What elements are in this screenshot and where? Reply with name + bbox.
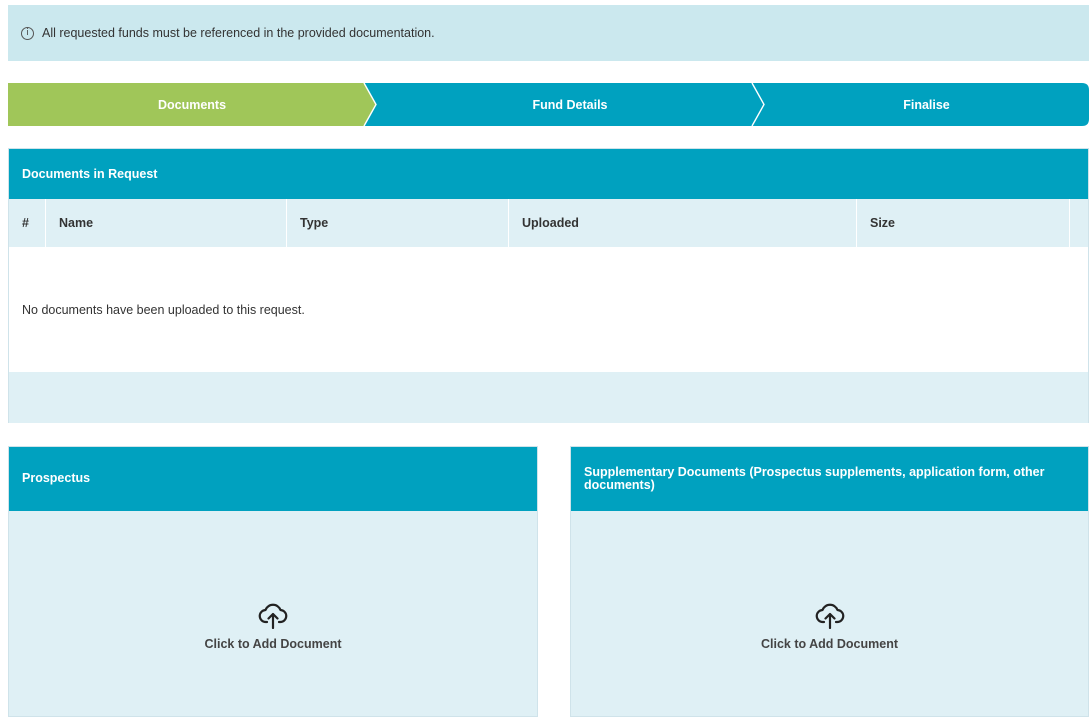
- cloud-upload-icon: [258, 603, 288, 629]
- documents-table-footer: [9, 372, 1088, 423]
- step-documents-label: Documents: [157, 97, 227, 112]
- empty-table-message: No documents have been uploaded to this …: [9, 247, 1088, 372]
- column-size[interactable]: Size: [857, 199, 1070, 247]
- progress-stepper: Documents Fund Details Finalise: [8, 83, 1089, 126]
- info-icon: i: [21, 26, 34, 40]
- column-uploaded[interactable]: Uploaded: [509, 199, 857, 247]
- step-fund-details[interactable]: Fund Details: [376, 83, 764, 126]
- prospectus-add-document-label: Click to Add Document: [204, 636, 342, 651]
- documents-panel-title: Documents in Request: [9, 149, 1088, 199]
- supplementary-add-document-label: Click to Add Document: [760, 636, 899, 651]
- step-finalise-label: Finalise: [903, 97, 950, 112]
- supplementary-panel-title: Supplementary Documents (Prospectus supp…: [571, 447, 1088, 511]
- column-type[interactable]: Type: [287, 199, 509, 247]
- prospectus-panel-title: Prospectus: [9, 447, 537, 511]
- notice-text: All requested funds must be referenced i…: [42, 26, 435, 40]
- column-actions: [1070, 199, 1088, 247]
- column-number[interactable]: #: [9, 199, 46, 247]
- info-notice: i All requested funds must be referenced…: [8, 5, 1089, 61]
- prospectus-dropzone[interactable]: Click to Add Document: [9, 511, 537, 717]
- documents-in-request-panel: Documents in Request # Name Type Uploade…: [8, 148, 1089, 423]
- supplementary-documents-panel: Supplementary Documents (Prospectus supp…: [570, 446, 1089, 717]
- prospectus-panel: Prospectus Click to Add Document: [8, 446, 538, 717]
- supplementary-dropzone[interactable]: Click to Add Document: [571, 511, 1088, 717]
- step-documents[interactable]: Documents: [8, 83, 376, 126]
- step-fund-details-label: Fund Details: [532, 97, 608, 112]
- step-finalise[interactable]: Finalise: [764, 83, 1089, 126]
- documents-table-header: # Name Type Uploaded Size: [9, 199, 1088, 247]
- cloud-upload-icon: [815, 603, 844, 629]
- column-name[interactable]: Name: [46, 199, 287, 247]
